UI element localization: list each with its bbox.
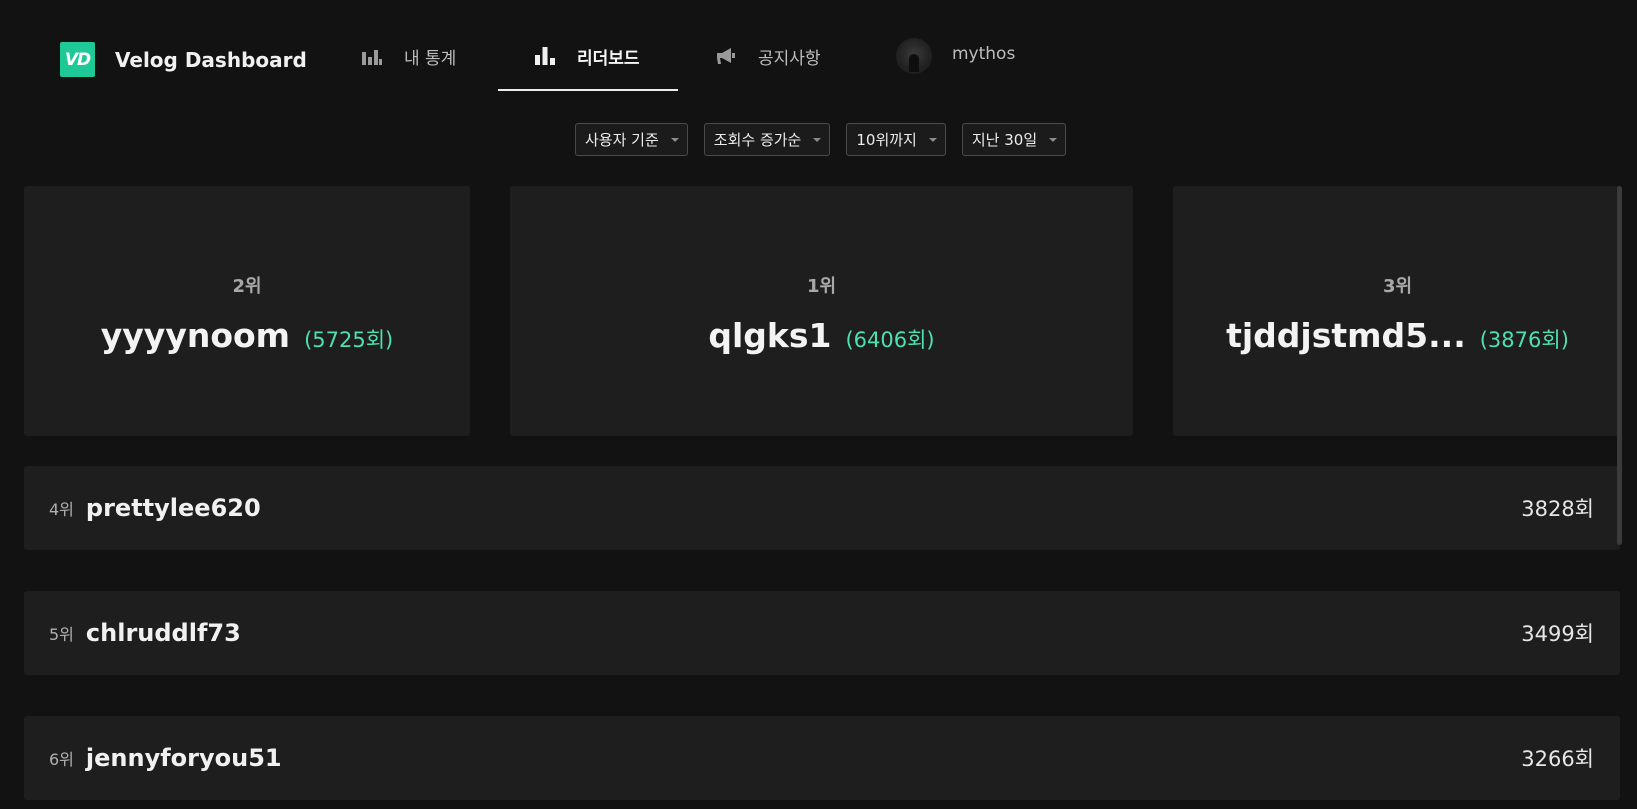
row-username: prettylee620 <box>85 494 261 522</box>
filter-limit-select[interactable]: 10위까지 <box>846 123 946 156</box>
podium-view-count: (6406회) <box>845 328 935 352</box>
podium-card-rank-3[interactable]: 3위 tjddjstmd5... (3876회) <box>1173 186 1622 436</box>
row-username: chlruddlf73 <box>85 619 241 647</box>
nav-my-stats-label: 내 통계 <box>404 49 457 69</box>
podium-rank: 3위 <box>1382 276 1413 297</box>
caret-down-icon <box>670 137 679 142</box>
top-navigation: VD Velog Dashboard 내 통계 리더보드 공지사항 mythos <box>0 0 1637 92</box>
row-view-count: 3499회 <box>1521 622 1594 646</box>
bar-chart-icon <box>360 44 384 68</box>
caret-down-icon <box>928 137 937 142</box>
nav-notices-label: 공지사항 <box>758 49 821 69</box>
podium-card-rank-2[interactable]: 2위 yyyynoom (5725회) <box>24 186 470 436</box>
logo-icon: VD <box>60 42 95 77</box>
podium-card-rank-1[interactable]: 1위 qlgks1 (6406회) <box>510 186 1133 436</box>
podium-username: tjddjstmd5... <box>1226 316 1466 355</box>
row-view-count: 3266회 <box>1521 747 1594 771</box>
user-menu[interactable]: mythos <box>896 38 1016 92</box>
leaderboard-row[interactable]: 4위 prettylee620 3828회 <box>24 466 1620 550</box>
nav-notices[interactable]: 공지사항 <box>714 44 821 92</box>
caret-down-icon <box>813 137 822 142</box>
leaderboard-icon <box>533 44 557 68</box>
nav-leaderboard[interactable]: 리더보드 <box>533 44 640 92</box>
nav-my-stats[interactable]: 내 통계 <box>360 44 456 92</box>
podium-rank: 1위 <box>806 276 837 297</box>
scrollbar[interactable] <box>1617 186 1622 545</box>
active-tab-indicator <box>498 89 678 91</box>
filter-period-select[interactable]: 지난 30일 <box>961 123 1067 156</box>
filter-sort-value: 조회수 증가순 <box>713 131 802 149</box>
filter-period-value: 지난 30일 <box>971 131 1038 149</box>
filter-basis-select[interactable]: 사용자 기준 <box>575 123 688 156</box>
row-rank: 5위 <box>49 625 74 644</box>
brand-title: Velog Dashboard <box>115 47 307 72</box>
podium-username: yyyynoom <box>100 316 291 355</box>
podium-rank: 2위 <box>232 276 262 297</box>
leaderboard-row[interactable]: 5위 chlruddlf73 3499회 <box>24 591 1620 675</box>
filter-basis-value: 사용자 기준 <box>585 131 659 149</box>
filter-limit-value: 10위까지 <box>856 131 917 149</box>
podium-view-count: (5725회) <box>304 328 394 352</box>
brand[interactable]: VD Velog Dashboard <box>60 42 307 77</box>
row-username: jennyforyou51 <box>85 744 282 772</box>
podium-username: qlgks1 <box>708 316 832 355</box>
leaderboard-row[interactable]: 6위 jennyforyou51 3266회 <box>24 716 1620 800</box>
row-rank: 6위 <box>49 750 74 769</box>
row-view-count: 3828회 <box>1521 497 1594 521</box>
leaderboard-page: VD Velog Dashboard 내 통계 리더보드 공지사항 mythos… <box>0 0 1637 809</box>
filter-sort-select[interactable]: 조회수 증가순 <box>703 123 831 156</box>
row-rank: 4위 <box>49 500 74 519</box>
avatar <box>896 38 932 74</box>
filter-bar: 사용자 기준 조회수 증가순 10위까지 지난 30일 <box>575 123 1067 156</box>
podium-view-count: (3876회) <box>1479 328 1569 352</box>
username: mythos <box>952 44 1016 64</box>
nav-leaderboard-label: 리더보드 <box>577 49 640 69</box>
caret-down-icon <box>1049 137 1058 142</box>
megaphone-icon <box>714 44 738 68</box>
